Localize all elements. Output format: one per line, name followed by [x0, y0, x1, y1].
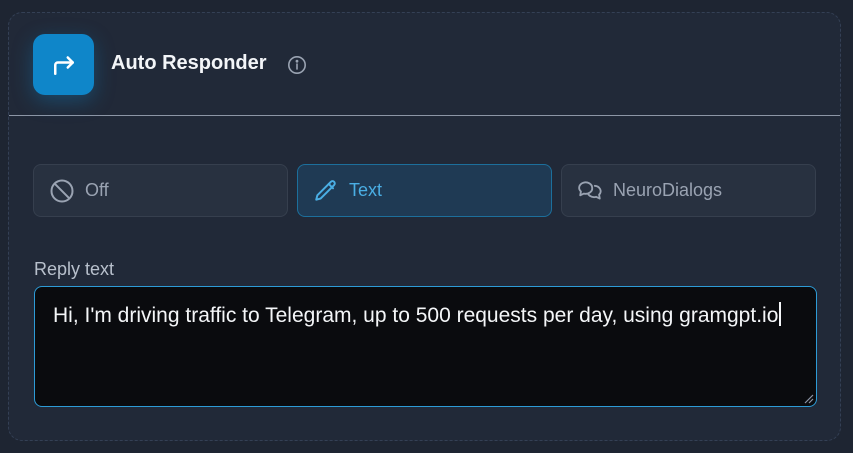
- mode-text-label: Text: [349, 180, 383, 200]
- chat-bubbles-icon: [577, 178, 603, 204]
- mode-off-button[interactable]: Off: [33, 164, 288, 217]
- pencil-icon: [313, 178, 339, 204]
- text-caret: [779, 302, 782, 326]
- mode-off-label: Off: [85, 180, 109, 200]
- info-icon[interactable]: [287, 55, 307, 75]
- resize-handle-icon[interactable]: [803, 393, 814, 404]
- auto-responder-card: Auto Responder Off Text NeuroDialogs Rep…: [8, 12, 841, 441]
- card-header: Auto Responder: [9, 13, 840, 116]
- mode-neurodialogs-label: NeuroDialogs: [613, 180, 723, 200]
- ban-icon: [49, 178, 75, 204]
- reply-text-label: Reply text: [34, 259, 115, 279]
- reply-text-value: Hi, I'm driving traffic to Telegram, up …: [53, 304, 779, 327]
- page-title: Auto Responder: [111, 52, 267, 74]
- reply-text-input[interactable]: Hi, I'm driving traffic to Telegram, up …: [34, 286, 817, 407]
- mode-selector: Off Text NeuroDialogs: [33, 164, 817, 217]
- mode-neurodialogs-button[interactable]: NeuroDialogs: [561, 164, 816, 217]
- forward-arrow-icon: [33, 34, 94, 95]
- mode-text-button[interactable]: Text: [297, 164, 552, 217]
